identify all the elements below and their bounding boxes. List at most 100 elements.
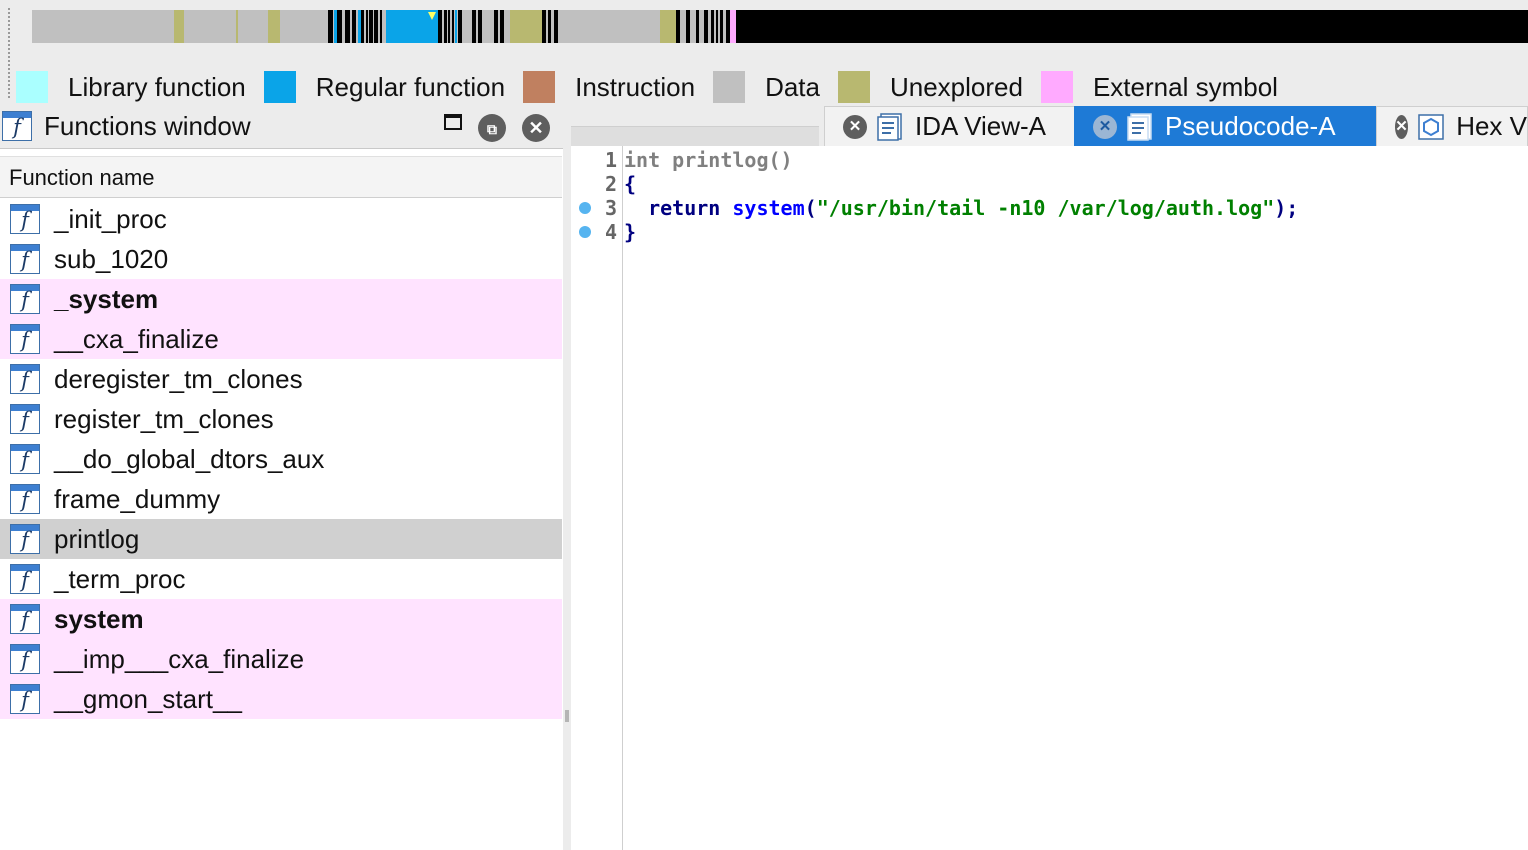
navigation-bar-segment[interactable] bbox=[510, 10, 542, 43]
navigation-bar-segment[interactable] bbox=[366, 10, 368, 43]
close-tab-icon[interactable]: ✕ bbox=[843, 114, 867, 139]
navigation-bar-segment[interactable] bbox=[328, 10, 333, 43]
navigation-bar-segment[interactable] bbox=[352, 10, 356, 43]
navigation-bar-segment[interactable] bbox=[458, 10, 462, 43]
navigation-bar-segment[interactable] bbox=[236, 10, 238, 43]
navigation-bar-segment[interactable] bbox=[478, 10, 482, 43]
functions-window-titlebar[interactable]: f Functions window ⧉ ✕ bbox=[0, 104, 563, 149]
breakpoint-dot-icon[interactable] bbox=[579, 202, 591, 214]
function-row[interactable]: f sub_1020 bbox=[0, 239, 562, 279]
legend-swatch bbox=[16, 71, 48, 103]
navigation-bar-segment[interactable] bbox=[736, 10, 1528, 43]
function-row[interactable]: f __imp___cxa_finalize bbox=[0, 639, 562, 679]
gutter-line: 1 bbox=[571, 148, 622, 172]
function-row[interactable]: f __do_global_dtors_aux bbox=[0, 439, 562, 479]
function-row[interactable]: f system bbox=[0, 599, 562, 639]
function-icon: f bbox=[10, 364, 40, 394]
function-row[interactable]: f __cxa_finalize bbox=[0, 319, 562, 359]
navigation-bar-segment[interactable] bbox=[494, 10, 498, 43]
navigation-bar-segment[interactable] bbox=[380, 10, 382, 43]
navigation-bar-segment[interactable] bbox=[455, 10, 457, 43]
navigation-bar-segment[interactable] bbox=[696, 10, 699, 43]
navigation-bar-segment[interactable] bbox=[174, 10, 184, 43]
navigation-bar-segment[interactable] bbox=[548, 10, 551, 43]
navigation-bar-segment[interactable] bbox=[268, 10, 280, 43]
navigation-bar-segment[interactable] bbox=[452, 10, 454, 43]
close-tab-icon[interactable]: ✕ bbox=[1093, 114, 1117, 139]
function-icon: f bbox=[10, 444, 40, 474]
legend-unexplored: Unexplored bbox=[837, 71, 1023, 103]
code-line[interactable]: return system("/usr/bin/tail -n10 /var/l… bbox=[624, 196, 1298, 220]
navigation-bar-segment[interactable] bbox=[704, 10, 708, 43]
function-row[interactable]: f frame_dummy bbox=[0, 479, 562, 519]
navigation-bar-segment[interactable] bbox=[444, 10, 447, 43]
navigation-bar-segment[interactable] bbox=[716, 10, 718, 43]
navigation-bar-segment[interactable] bbox=[686, 10, 690, 43]
function-row[interactable]: f deregister_tm_clones bbox=[0, 359, 562, 399]
function-name: _term_proc bbox=[54, 563, 186, 594]
tab-strip-empty-area bbox=[571, 126, 819, 147]
navigation-bar[interactable] bbox=[32, 10, 1528, 43]
function-row[interactable]: f _system bbox=[0, 279, 562, 319]
splitter-grip[interactable] bbox=[565, 710, 569, 722]
function-icon: f bbox=[10, 204, 40, 234]
navigation-bar-segment[interactable] bbox=[374, 10, 378, 43]
legend-label: Library function bbox=[68, 71, 246, 102]
code-line[interactable]: } bbox=[624, 220, 636, 244]
tab-hex-view[interactable]: ✕ Hex V bbox=[1376, 106, 1528, 146]
float-window-button[interactable]: ⧉ bbox=[478, 114, 506, 142]
function-icon: f bbox=[10, 644, 40, 674]
close-window-button[interactable]: ✕ bbox=[522, 114, 550, 142]
code-punct: ( bbox=[804, 196, 817, 220]
maximize-button[interactable] bbox=[444, 114, 462, 130]
function-icon: f bbox=[10, 404, 40, 434]
navigation-bar-segment[interactable] bbox=[660, 10, 676, 43]
function-row[interactable]: f _term_proc bbox=[0, 559, 562, 599]
pseudocode-view[interactable]: 1 2 3 4 int printlog() { return system("… bbox=[571, 146, 1528, 850]
pane-splitter[interactable] bbox=[563, 104, 571, 850]
function-icon: f bbox=[10, 284, 40, 314]
toolbar-grip[interactable] bbox=[8, 8, 14, 98]
code-line[interactable]: { bbox=[624, 172, 636, 196]
function-name: _system bbox=[54, 283, 159, 314]
code-line[interactable]: int printlog() bbox=[624, 148, 793, 172]
line-number: 4 bbox=[604, 220, 617, 244]
pseudocode-view-icon bbox=[1127, 112, 1153, 141]
function-name: __gmon_start__ bbox=[54, 683, 242, 714]
function-row[interactable]: f __gmon_start__ bbox=[0, 679, 562, 719]
navigation-bar-segment[interactable] bbox=[676, 10, 680, 43]
navigation-bar-segment[interactable] bbox=[720, 10, 723, 43]
gutter-line: 2 bbox=[571, 172, 622, 196]
navigation-bar-segment[interactable] bbox=[448, 10, 450, 43]
function-icon: f bbox=[2, 111, 32, 141]
navigation-bar-segment[interactable] bbox=[554, 10, 558, 43]
tab-ida-view-a[interactable]: ✕ IDA View-A bbox=[824, 106, 1075, 146]
navigation-bar-segment[interactable] bbox=[500, 10, 504, 43]
close-tab-icon[interactable]: ✕ bbox=[1395, 114, 1409, 139]
navigation-bar-segment[interactable] bbox=[472, 10, 476, 43]
navigation-bar-segment[interactable] bbox=[345, 10, 350, 43]
navigation-bar-segment[interactable] bbox=[438, 10, 442, 43]
function-row-selected[interactable]: f printlog bbox=[0, 519, 562, 559]
column-header-function-name[interactable]: Function name bbox=[0, 156, 562, 198]
navigation-bar-segment[interactable] bbox=[711, 10, 714, 43]
navigation-bar-segment[interactable] bbox=[542, 10, 546, 43]
function-row[interactable]: f register_tm_clones bbox=[0, 399, 562, 439]
function-icon: f bbox=[10, 524, 40, 554]
navigation-band: Library function Regular function Instru… bbox=[0, 0, 1528, 104]
code-string: "/usr/bin/tail -n10 /var/log/auth.log" bbox=[816, 196, 1275, 220]
gutter-line: 3 bbox=[571, 196, 622, 220]
legend-regular-function: Regular function bbox=[263, 71, 505, 103]
breakpoint-dot-icon[interactable] bbox=[579, 226, 591, 238]
function-icon: f bbox=[10, 684, 40, 714]
restore-icon: ⧉ bbox=[487, 121, 497, 137]
functions-window-title: Functions window bbox=[44, 110, 251, 141]
function-name: __cxa_finalize bbox=[54, 323, 219, 354]
legend-label: External symbol bbox=[1092, 71, 1278, 102]
navigation-bar-segment[interactable] bbox=[369, 10, 373, 43]
function-row[interactable]: f _init_proc bbox=[0, 199, 562, 239]
navigation-bar-segment[interactable] bbox=[361, 10, 364, 43]
navigation-bar-segment[interactable] bbox=[337, 10, 342, 43]
legend-label: Instruction bbox=[575, 71, 696, 102]
tab-pseudocode-a[interactable]: ✕ Pseudocode-A bbox=[1074, 106, 1376, 146]
